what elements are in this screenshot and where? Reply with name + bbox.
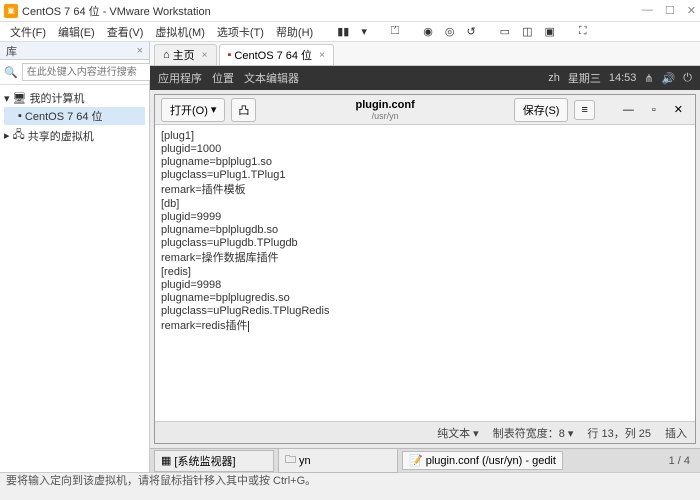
workspace-pager[interactable]: 1 / 4 [663,453,696,469]
menu-help[interactable]: 帮助(H) [272,23,317,41]
revert-icon[interactable]: ↺ [462,24,479,39]
stretch-icon[interactable]: ⛶ [575,24,591,39]
gedit-icon: 📝 [409,454,423,467]
minimize-button[interactable]: — [642,4,653,17]
network-icon[interactable]: ⋔ [644,72,653,85]
main-area: ⌂ 主页 × ▪ CentOS 7 64 位 × 应用程序 位置 文本编辑器 z… [150,42,700,472]
monitor-icon: ▦ [161,454,171,467]
task-system-monitor[interactable]: ▦ [系统监视器] [154,450,274,472]
dropdown-icon[interactable]: ▾ [357,24,371,39]
gedit-window: 打开(O)▾ 凸 plugin.conf /usr/yn 保存(S) ≡ — ▫… [154,94,696,444]
collapse-icon: ▾ [4,92,10,105]
menu-tabs[interactable]: 选项卡(T) [213,23,268,41]
save-button[interactable]: 保存(S) [514,98,569,122]
folder-icon: 🗀 [285,451,296,470]
gnome-taskbar: ▦ [系统监视器] 🗀 yn 📝 plugin.conf (/usr/yn) -… [150,448,700,472]
menu-editor[interactable]: 文本编辑器 [244,70,299,86]
close-icon[interactable]: × [319,50,325,61]
sidebar-search: 🔍 ▾ [0,60,149,85]
vm-icon: ▪ [228,49,232,61]
close-icon[interactable]: × [137,45,143,57]
expand-icon: ▸ [4,129,10,142]
send-icon[interactable]: ⏍ [387,24,403,39]
window-titlebar: ▣ CentOS 7 64 位 - VMware Workstation — ☐… [0,0,700,22]
menu-vm[interactable]: 虚拟机(M) [151,23,209,41]
menu-view[interactable]: 查看(V) [103,23,148,41]
menu-applications[interactable]: 应用程序 [158,70,202,86]
input-method[interactable]: zh [548,72,560,84]
library-sidebar: 库 × 🔍 ▾ ▾ 🖥 我的计算机 ▪ CentOS 7 64 位 ▸ 🖧 共享… [0,42,150,472]
maximize-button[interactable]: ☐ [665,4,675,17]
tree-root-shared[interactable]: ▸ 🖧 共享的虚拟机 [4,125,145,146]
chevron-down-icon: ▾ [211,103,217,116]
vmware-statusbar: 要将输入定向到该虚拟机，请将鼠标指针移入其中或按 Ctrl+G。 [0,472,700,488]
tab-vm[interactable]: ▪ CentOS 7 64 位 × [219,44,334,65]
gedit-toolbar: 打开(O)▾ 凸 plugin.conf /usr/yn 保存(S) ≡ — ▫… [155,95,695,125]
vmware-icon: ▣ [4,4,18,18]
tree-item-vm[interactable]: ▪ CentOS 7 64 位 [4,107,145,125]
clock-time: 14:53 [609,72,637,84]
menu-edit[interactable]: 编辑(E) [54,23,99,41]
computer-icon: 🖥 [13,92,27,105]
maximize-button[interactable]: ▫ [646,104,662,116]
task-files[interactable]: 🗀 yn [278,448,398,473]
close-button[interactable]: ✕ [687,4,696,17]
home-icon: ⌂ [163,49,170,61]
search-icon: 🔍 [4,66,18,79]
window-controls: — ☐ ✕ [642,4,696,17]
tab-bar: ⌂ 主页 × ▪ CentOS 7 64 位 × [150,42,700,66]
status-tabwidth[interactable]: 制表符宽度：8 ▾ [493,425,574,441]
fullscreen-icon[interactable]: ▭ [496,24,514,39]
status-insert: 插入 [665,425,687,441]
library-tree: ▾ 🖥 我的计算机 ▪ CentOS 7 64 位 ▸ 🖧 共享的虚拟机 [0,85,149,472]
gedit-title: plugin.conf /usr/yn [262,99,507,121]
minimize-button[interactable]: — [617,104,640,116]
open-button[interactable]: 打开(O)▾ [161,98,225,122]
vm-icon: ▪ [18,110,22,122]
task-gedit[interactable]: 📝 plugin.conf (/usr/yn) - gedit [402,451,563,470]
clock-day: 星期三 [568,70,601,86]
close-button[interactable]: ✕ [668,103,689,116]
snapshot-icon[interactable]: ◉ [419,24,437,39]
status-position: 行 13，列 25 [587,425,651,441]
tree-root-mycomputer[interactable]: ▾ 🖥 我的计算机 [4,89,145,107]
unity-icon[interactable]: ◫ [518,24,536,39]
volume-icon[interactable]: 🔊 [662,72,676,85]
power-icon[interactable]: ⏻ [683,72,692,85]
tab-home[interactable]: ⌂ 主页 × [154,44,217,65]
status-syntax[interactable]: 纯文本 ▾ [437,425,479,441]
sidebar-header: 库 × [0,42,149,60]
gedit-statusbar: 纯文本 ▾ 制表符宽度：8 ▾ 行 13，列 25 插入 [155,421,695,443]
menu-file[interactable]: 文件(F) [6,23,50,41]
shared-icon: 🖧 [13,126,25,145]
menu-bar: 文件(F) 编辑(E) 查看(V) 虚拟机(M) 选项卡(T) 帮助(H) ▮▮… [0,22,700,42]
text-cursor [248,321,249,332]
search-input[interactable] [22,63,164,81]
window-title: CentOS 7 64 位 - VMware Workstation [22,3,642,19]
snapshot-manage-icon[interactable]: ◎ [441,24,459,39]
new-tab-button[interactable]: 凸 [231,98,256,122]
menu-button[interactable]: ≡ [574,100,594,120]
console-icon[interactable]: ▣ [540,24,558,39]
pause-icon[interactable]: ▮▮ [333,24,353,39]
menu-places[interactable]: 位置 [212,70,234,86]
guest-desktop: 应用程序 位置 文本编辑器 zh 星期三 14:53 ⋔ 🔊 ⏻ 打开(O)▾ [150,66,700,472]
close-icon[interactable]: × [202,50,208,61]
gnome-top-bar: 应用程序 位置 文本编辑器 zh 星期三 14:53 ⋔ 🔊 ⏻ [150,66,700,90]
editor-content[interactable]: [plug1] plugid=1000 plugname=bplplug1.so… [155,125,695,421]
